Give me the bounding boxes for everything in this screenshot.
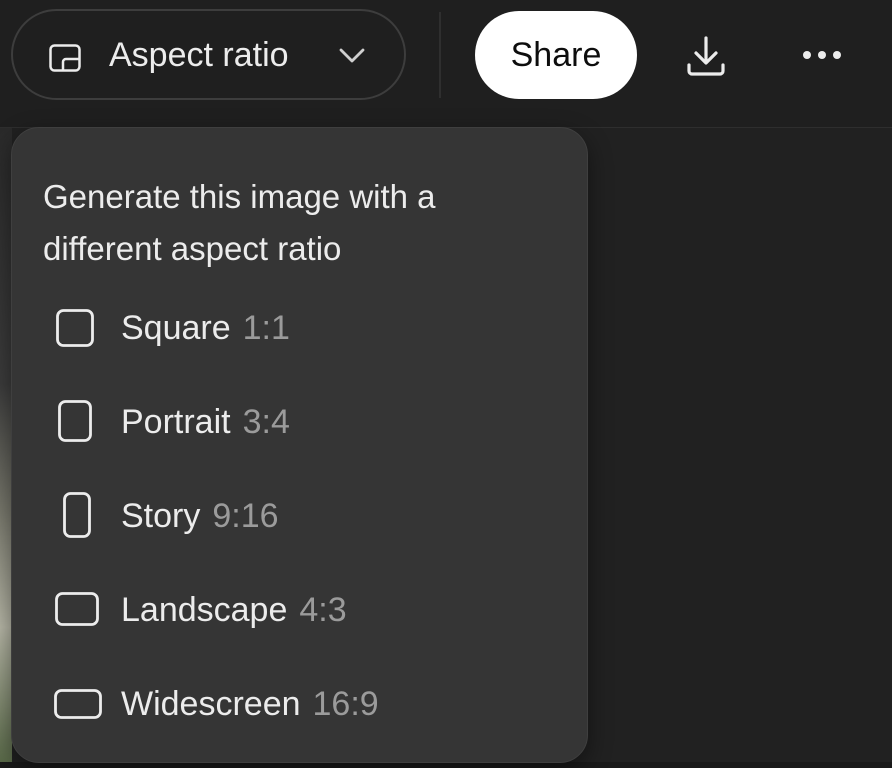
option-label: Widescreen 16:9	[121, 685, 379, 723]
option-label: Landscape 4:3	[121, 591, 347, 629]
share-button[interactable]: Share	[475, 11, 637, 99]
option-ratio: 3:4	[242, 403, 290, 441]
option-landscape[interactable]: Landscape 4:3	[40, 576, 560, 642]
aspect-ratio-menu: Generate this image with a different asp…	[11, 127, 588, 763]
option-label: Square 1:1	[121, 309, 290, 347]
option-ratio: 16:9	[312, 685, 379, 723]
option-ratio: 9:16	[212, 497, 279, 535]
aspect-ratio-button[interactable]: Aspect ratio	[11, 9, 406, 100]
landscape-shape-icon	[55, 592, 99, 631]
story-shape-icon	[63, 492, 91, 543]
widescreen-shape-icon	[54, 689, 102, 724]
option-ratio: 4:3	[299, 591, 347, 629]
menu-title: Generate this image with a different asp…	[43, 178, 436, 267]
option-portrait[interactable]: Portrait 3:4	[40, 388, 560, 454]
option-story[interactable]: Story 9:16	[40, 482, 560, 548]
download-icon[interactable]	[684, 34, 728, 83]
aspect-ratio-icon	[49, 44, 81, 77]
option-widescreen[interactable]: Widescreen 16:9	[40, 670, 560, 736]
option-ratio: 1:1	[242, 309, 290, 347]
chevron-down-icon	[339, 48, 365, 69]
image-view: Aspect ratio Share Generate this image w…	[0, 0, 892, 768]
portrait-shape-icon	[58, 400, 92, 447]
more-options-icon[interactable]	[802, 44, 842, 71]
option-square[interactable]: Square 1:1	[40, 294, 560, 360]
aspect-ratio-label: Aspect ratio	[109, 36, 289, 74]
toolbar-divider	[439, 12, 441, 98]
square-shape-icon	[56, 309, 94, 352]
option-label: Story 9:16	[121, 497, 279, 535]
option-label: Portrait 3:4	[121, 403, 290, 441]
top-toolbar: Aspect ratio Share	[0, 0, 892, 128]
